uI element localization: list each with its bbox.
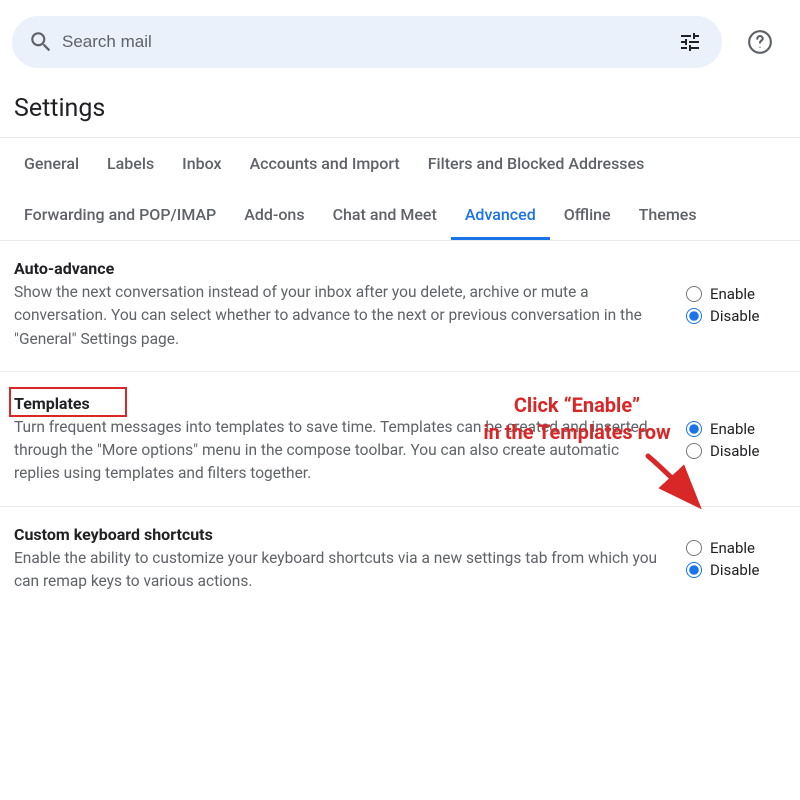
radio-disable-custom-keyboard[interactable]: Disable — [686, 561, 786, 579]
tab-add-ons[interactable]: Add-ons — [230, 189, 318, 240]
tab-themes[interactable]: Themes — [625, 189, 711, 240]
radio-label-disable: Disable — [710, 442, 759, 460]
setting-row-templates: Templates Turn frequent messages into te… — [0, 372, 800, 507]
settings-body: Auto-advance Show the next conversation … — [0, 241, 800, 613]
setting-desc: Templates Turn frequent messages into te… — [14, 394, 666, 486]
setting-row-auto-advance: Auto-advance Show the next conversation … — [0, 241, 800, 372]
setting-text-custom-keyboard: Enable the ability to customize your key… — [14, 547, 666, 594]
tab-offline[interactable]: Offline — [550, 189, 625, 240]
radio-label-enable: Enable — [710, 539, 755, 557]
setting-title-templates: Templates — [14, 394, 90, 413]
search-icon — [28, 29, 54, 55]
radio-input-disable-custom-keyboard[interactable] — [686, 562, 702, 578]
radio-enable-custom-keyboard[interactable]: Enable — [686, 539, 786, 557]
radio-input-enable-templates[interactable] — [686, 421, 702, 437]
radio-label-disable: Disable — [710, 561, 759, 579]
setting-text-auto-advance: Show the next conversation instead of yo… — [14, 281, 666, 351]
setting-title-auto-advance: Auto-advance — [14, 259, 114, 278]
top-bar — [0, 0, 800, 80]
setting-desc: Auto-advance Show the next conversation … — [14, 259, 666, 351]
tab-chat-meet[interactable]: Chat and Meet — [319, 189, 451, 240]
radio-enable-auto-advance[interactable]: Enable — [686, 285, 786, 303]
setting-title-custom-keyboard: Custom keyboard shortcuts — [14, 525, 213, 544]
radio-disable-auto-advance[interactable]: Disable — [686, 307, 786, 325]
radio-label-enable: Enable — [710, 285, 755, 303]
setting-row-custom-keyboard: Custom keyboard shortcuts Enable the abi… — [0, 507, 800, 614]
tune-icon[interactable] — [678, 30, 702, 54]
radio-disable-templates[interactable]: Disable — [686, 442, 786, 460]
settings-tabs: General Labels Inbox Accounts and Import… — [0, 137, 800, 241]
search-input[interactable] — [62, 32, 678, 52]
radio-label-enable: Enable — [710, 420, 755, 438]
help-icon — [747, 29, 773, 55]
tab-labels[interactable]: Labels — [93, 138, 168, 189]
setting-controls-auto-advance: Enable Disable — [686, 259, 786, 351]
tab-forwarding-pop-imap[interactable]: Forwarding and POP/IMAP — [10, 189, 230, 240]
tab-filters-blocked[interactable]: Filters and Blocked Addresses — [414, 138, 659, 189]
tab-advanced[interactable]: Advanced — [451, 189, 550, 240]
setting-controls-templates: Enable Disable — [686, 394, 786, 486]
radio-input-disable-auto-advance[interactable] — [686, 308, 702, 324]
radio-enable-templates[interactable]: Enable — [686, 420, 786, 438]
search-container[interactable] — [12, 16, 722, 68]
help-button[interactable] — [740, 22, 780, 62]
radio-label-disable: Disable — [710, 307, 759, 325]
setting-text-templates: Turn frequent messages into templates to… — [14, 416, 666, 486]
page-title: Settings — [0, 80, 800, 137]
setting-controls-custom-keyboard: Enable Disable — [686, 525, 786, 594]
radio-input-enable-custom-keyboard[interactable] — [686, 540, 702, 556]
radio-input-enable-auto-advance[interactable] — [686, 286, 702, 302]
tab-inbox[interactable]: Inbox — [168, 138, 235, 189]
setting-desc: Custom keyboard shortcuts Enable the abi… — [14, 525, 666, 594]
tab-general[interactable]: General — [10, 138, 93, 189]
tab-accounts-import[interactable]: Accounts and Import — [236, 138, 414, 189]
radio-input-disable-templates[interactable] — [686, 443, 702, 459]
